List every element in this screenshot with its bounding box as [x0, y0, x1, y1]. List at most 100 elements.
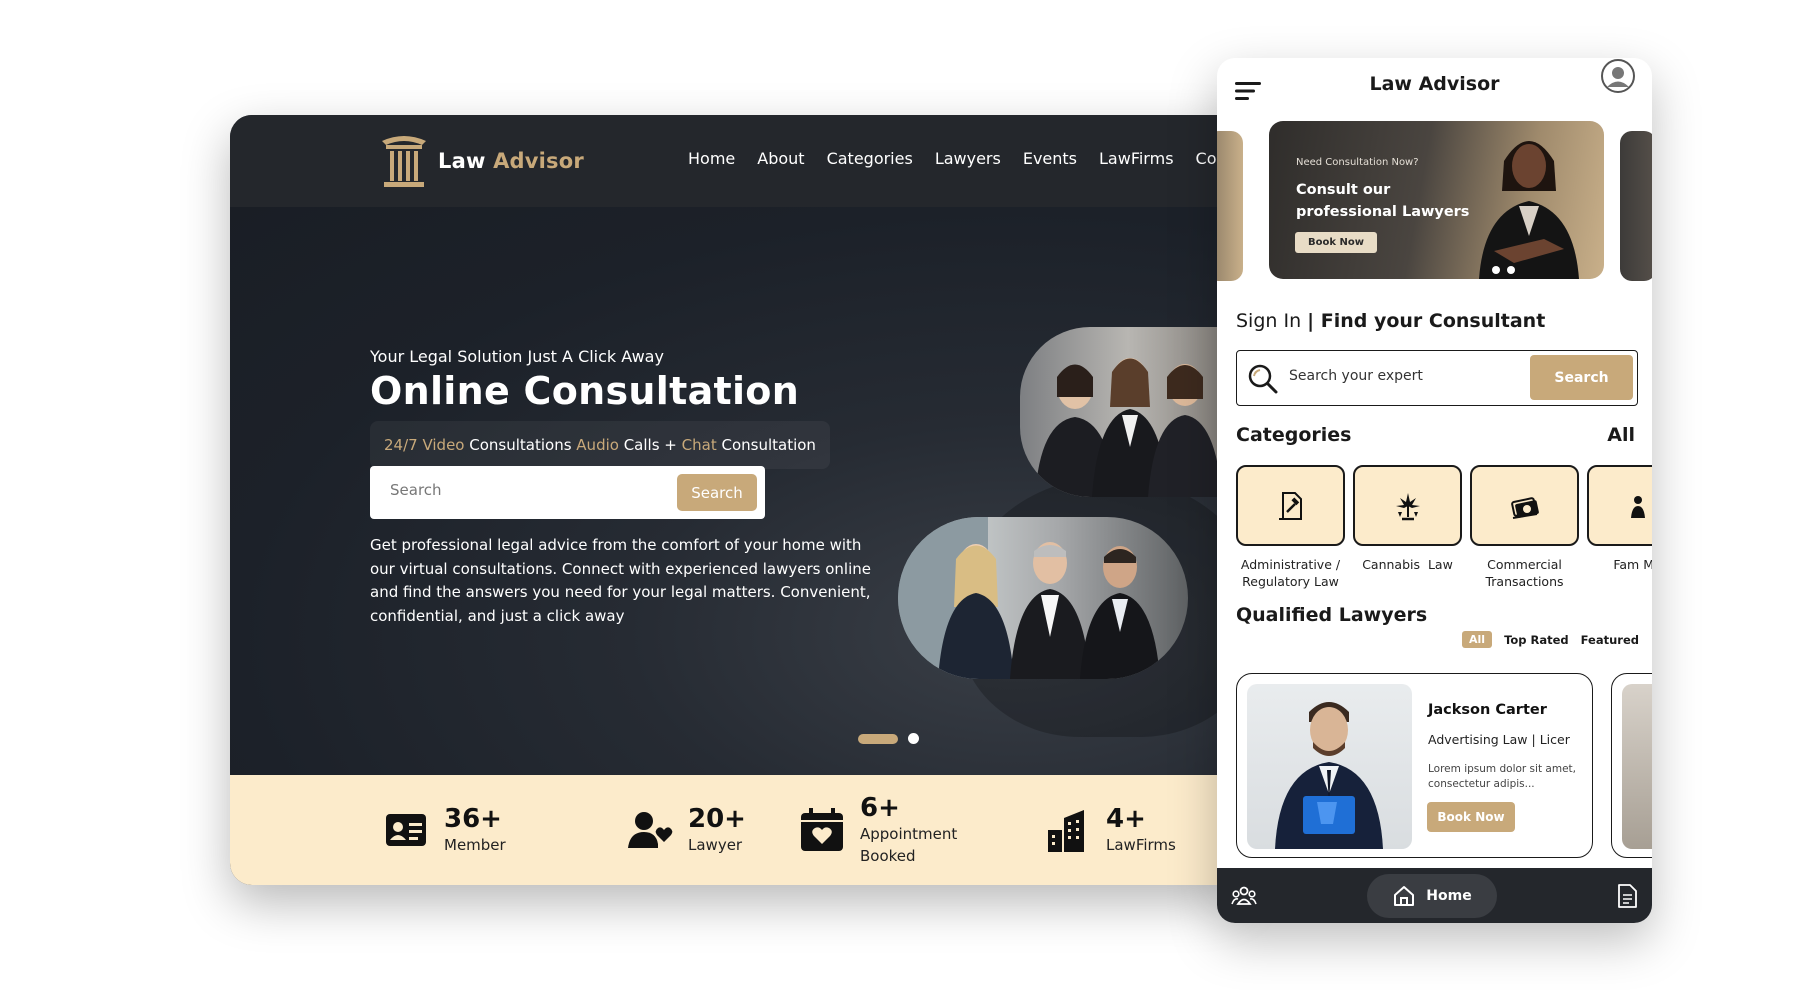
stat-lawyers-num: 20+ — [688, 804, 746, 834]
people-group-icon[interactable] — [1231, 883, 1257, 909]
pill-video: 24/7 Video — [384, 436, 465, 454]
hero-headline: Online Consultation — [370, 369, 800, 413]
filter-top-rated[interactable]: Top Rated — [1504, 633, 1569, 647]
profile-avatar-icon[interactable] — [1600, 58, 1636, 94]
pill-consultation: Consultation — [716, 436, 816, 454]
team-lawyers-image — [898, 517, 1160, 679]
brand-logo[interactable]: Law Advisor — [378, 133, 584, 189]
hero-search-bar: Search — [370, 466, 765, 519]
stat-members: 36+ Member — [382, 775, 506, 885]
filter-featured[interactable]: Featured — [1581, 633, 1639, 647]
stat-appointments: 6+ Appointment Booked — [798, 775, 957, 885]
women-lawyers-image — [1035, 327, 1240, 497]
id-card-icon — [386, 814, 426, 846]
mobile-search-bar: Search — [1236, 350, 1638, 406]
female-lawyer-image — [1479, 141, 1579, 279]
lawyers-photo-top — [1020, 327, 1240, 497]
pill-audio: Audio — [576, 436, 619, 454]
stat-members-label: Member — [444, 836, 506, 854]
pill-calls: Calls + — [618, 436, 682, 454]
stat-lawfirms: 4+ LawFirms — [1044, 775, 1176, 885]
money-stack-icon — [1510, 496, 1539, 519]
filter-all[interactable]: All — [1462, 631, 1493, 648]
mobile-title: Law Advisor — [1369, 73, 1500, 95]
stat-appointments-num: 6+ — [860, 793, 900, 823]
category-label: Administrative / Regulatory Law — [1240, 557, 1341, 589]
mobile-app: Law Advisor Need Consultation Now? Consu… — [1217, 58, 1652, 923]
nav-events[interactable]: Events — [1023, 149, 1077, 168]
category-commercial[interactable]: Commercial Transactions — [1470, 465, 1579, 590]
hero-tagline: Your Legal Solution Just A Click Away — [370, 347, 664, 366]
lawyer-description: Lorem ipsum dolor sit amet, consectetur … — [1428, 763, 1576, 790]
category-box — [1353, 465, 1462, 546]
category-box — [1587, 465, 1652, 546]
stat-lawfirms-label: LawFirms — [1106, 836, 1176, 854]
lawyer-photo — [1247, 684, 1412, 849]
signin-link[interactable]: Sign In — [1236, 310, 1307, 332]
banner-book-button[interactable]: Book Now — [1295, 232, 1377, 253]
signin-heading: Sign In | Find your Consultant — [1236, 310, 1545, 332]
nav-about[interactable]: About — [757, 149, 804, 168]
carousel-dot[interactable] — [908, 733, 919, 744]
stats-bar: 36+ Member 20+ Lawyer 6+ Appointment Boo… — [230, 775, 1240, 885]
stat-lawyers: 20+ Lawyer — [626, 775, 746, 885]
male-lawyer-image — [1275, 702, 1383, 849]
lawyer-card[interactable]: Jackson Carter Advertising Law | Licer L… — [1236, 673, 1593, 858]
stat-lawfirms-num: 4+ — [1106, 804, 1146, 834]
hero-search-input[interactable] — [390, 481, 630, 499]
user-heart-icon — [628, 812, 673, 848]
mobile-search-input[interactable] — [1289, 368, 1489, 384]
consultation-types: 24/7 Video Consultations Audio Calls + C… — [370, 421, 830, 469]
banner-title: Consult our professional Lawyers — [1296, 182, 1470, 220]
banner-dot-1[interactable] — [1492, 266, 1500, 274]
qualified-lawyers-title: Qualified Lawyers — [1236, 604, 1428, 626]
hero-search-button[interactable]: Search — [677, 474, 757, 511]
categories-all-link[interactable]: All — [1607, 424, 1635, 446]
pill-consultations: Consultations — [464, 436, 577, 454]
category-label: Commercial Transactions — [1485, 557, 1564, 589]
mobile-header: Law Advisor — [1217, 58, 1652, 128]
pillar-logo-icon — [382, 136, 426, 187]
lawyer-photo-peek — [1622, 684, 1652, 849]
calendar-heart-icon — [801, 808, 843, 851]
find-consultant-label: | Find your Consultant — [1307, 310, 1546, 332]
brand-word-2: Advisor — [493, 149, 584, 173]
brand-word-1: Law — [438, 149, 486, 173]
lawyers-photo-bottom — [898, 517, 1188, 679]
hero-carousel-dots — [858, 733, 919, 744]
banner-next-peek[interactable] — [1620, 131, 1652, 281]
lawyer-name: Jackson Carter — [1428, 702, 1547, 718]
category-cannabis[interactable]: Cannabis Law — [1353, 465, 1462, 573]
category-box — [1236, 465, 1345, 546]
nav-categories[interactable]: Categories — [827, 149, 913, 168]
category-box — [1470, 465, 1579, 546]
tab-home[interactable]: Home — [1367, 874, 1497, 918]
category-administrative[interactable]: Administrative / Regulatory Law — [1236, 465, 1345, 590]
lawyer-filters: All Top Rated Featured — [1462, 631, 1639, 648]
buildings-icon — [1048, 810, 1084, 852]
stat-members-num: 36+ — [444, 804, 502, 834]
mobile-search-button[interactable]: Search — [1530, 355, 1633, 400]
home-icon — [1394, 886, 1415, 906]
desktop-site: Law Advisor Home About Categories Lawyer… — [230, 115, 1240, 885]
categories-title: Categories — [1236, 424, 1352, 446]
tab-home-label: Home — [1426, 888, 1472, 904]
desktop-navbar: Law Advisor Home About Categories Lawyer… — [230, 115, 1240, 207]
cannabis-scale-icon — [1395, 492, 1420, 520]
banner-prev-peek[interactable] — [1217, 131, 1243, 281]
nav-home[interactable]: Home — [688, 149, 735, 168]
document-gavel-icon — [1278, 491, 1302, 520]
stat-appointments-label: Appointment — [860, 825, 958, 843]
hero-description: Get professional legal advice from the c… — [370, 536, 871, 625]
carousel-dot-active[interactable] — [858, 733, 898, 744]
lawyer-card-peek[interactable] — [1611, 673, 1652, 858]
nav-lawyers[interactable]: Lawyers — [935, 149, 1001, 168]
banner-dot-2[interactable] — [1507, 266, 1515, 274]
pill-chat: Chat — [681, 436, 717, 454]
promo-banner: Need Consultation Now? Consult our profe… — [1269, 121, 1604, 279]
category-label: Cannabis Law — [1362, 557, 1453, 572]
document-icon[interactable] — [1614, 883, 1640, 909]
nav-lawfirms[interactable]: LawFirms — [1099, 149, 1174, 168]
lawyer-book-button[interactable]: Book Now — [1427, 802, 1515, 832]
category-family-mediation[interactable]: Fam Med — [1587, 465, 1652, 573]
